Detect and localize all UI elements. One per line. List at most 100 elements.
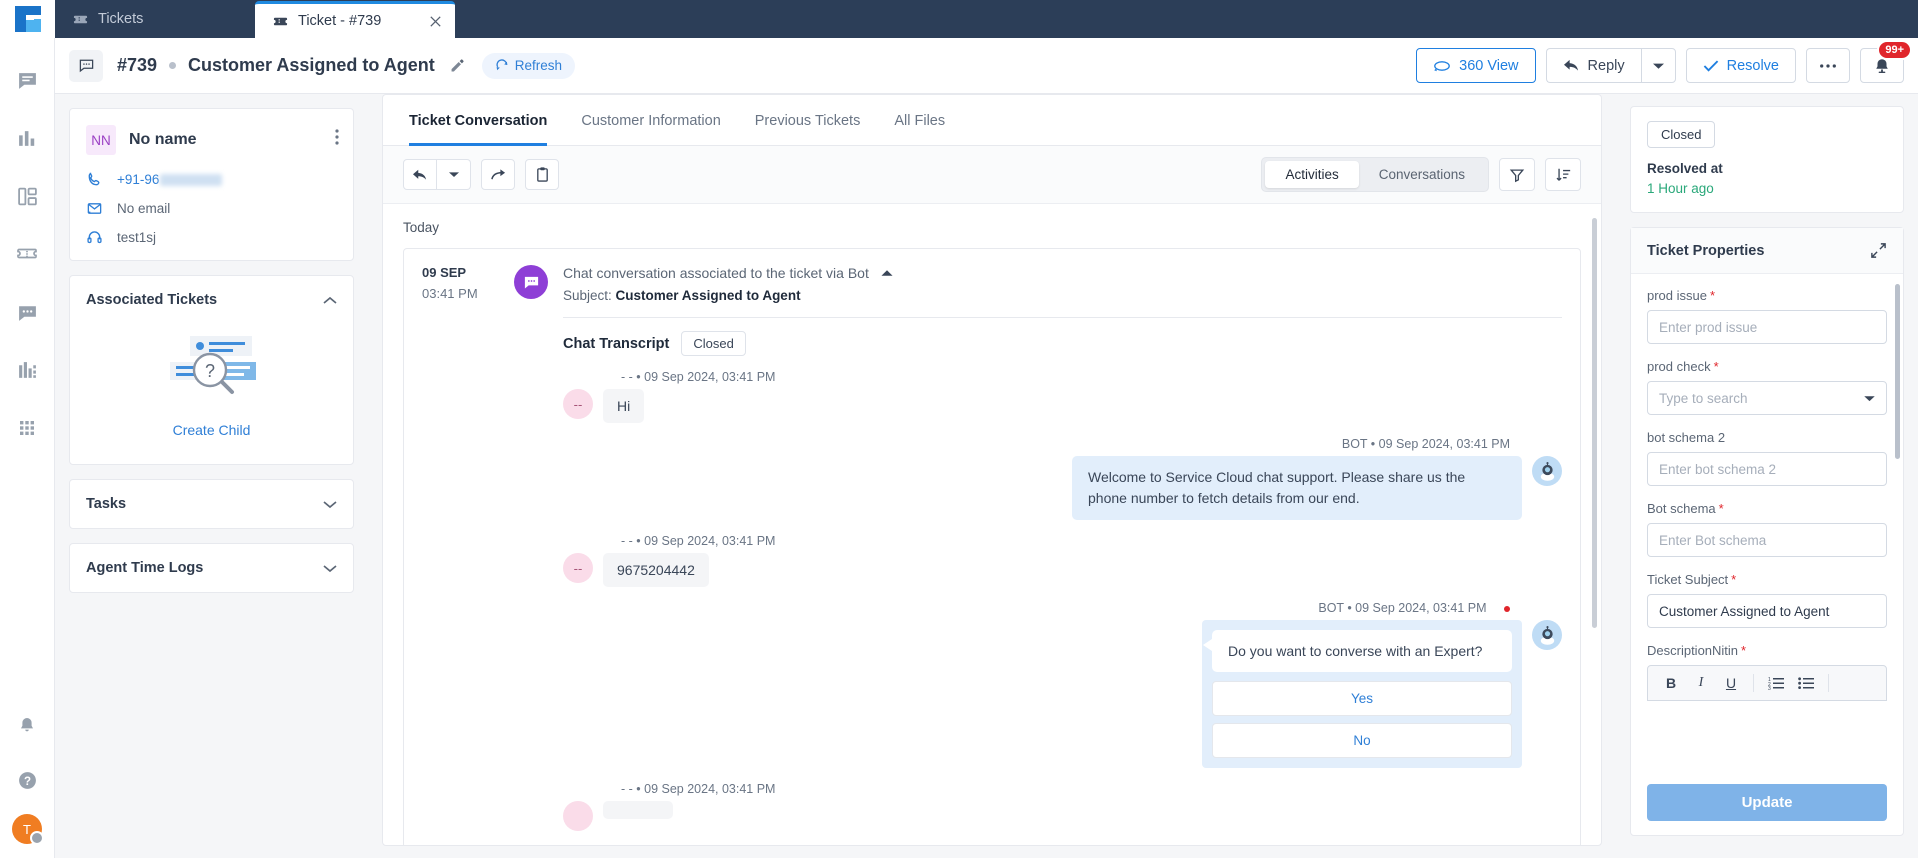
unordered-list-button[interactable] [1791, 671, 1821, 695]
clipboard-icon [535, 166, 550, 183]
contact-header: NN No name [86, 125, 337, 155]
chat-message: - - • 09 Sep 2024, 03:41 PM [563, 782, 1562, 831]
header-actions: 360 View Reply Resolve 99+ [1416, 40, 1912, 83]
tab-ticket-conversation[interactable]: Ticket Conversation [409, 95, 548, 146]
ticket-icon [73, 12, 88, 27]
status-badge: Closed [1647, 121, 1716, 148]
resolve-button[interactable]: Resolve [1685, 48, 1796, 83]
select-placeholder: Type to search [1659, 390, 1748, 406]
sidebar-item-analytics[interactable] [7, 118, 47, 158]
reports-icon [17, 360, 38, 381]
underline-button[interactable]: U [1716, 671, 1746, 695]
tab-all-files[interactable]: All Files [894, 95, 945, 146]
field-bot-schema: Bot schema * [1647, 501, 1887, 557]
tasks-header[interactable]: Tasks [70, 480, 353, 528]
prod-check-select[interactable]: Type to search [1647, 381, 1887, 415]
resolve-label: Resolve [1726, 57, 1779, 74]
more-actions-button[interactable] [1806, 48, 1850, 83]
note-button[interactable] [525, 159, 559, 190]
customer-avatar: -- [563, 553, 593, 583]
bot-schema-2-input[interactable] [1647, 452, 1887, 486]
edit-title-icon[interactable] [449, 57, 466, 74]
sort-button[interactable] [1545, 158, 1581, 191]
sidebar-item-chat[interactable] [7, 60, 47, 100]
agent-time-logs-header[interactable]: Agent Time Logs [70, 544, 353, 592]
close-icon[interactable] [406, 14, 443, 29]
tab-customer-information[interactable]: Customer Information [581, 95, 720, 146]
quick-reply-option-no[interactable]: No [1212, 723, 1512, 758]
chat-icon [17, 70, 38, 91]
360-view-button[interactable]: 360 View [1416, 48, 1536, 83]
ticket-properties-form: prod issue* prod check* Type to search b… [1631, 274, 1903, 772]
bold-button[interactable]: B [1656, 671, 1686, 695]
bot-schema-input[interactable] [1647, 523, 1887, 557]
ticket-icon [273, 14, 288, 29]
resolved-at-label: Resolved at [1647, 161, 1723, 176]
browser-tab-strip: Tickets Ticket - #739 [0, 0, 1918, 38]
announcements-button[interactable]: 99+ [1860, 40, 1912, 83]
user-avatar[interactable]: T [12, 814, 44, 845]
properties-scrollbar[interactable] [1895, 284, 1900, 459]
contact-more-icon[interactable] [335, 129, 339, 145]
contact-email: No email [117, 201, 171, 216]
contact-phone-row[interactable]: +91-96 [86, 171, 337, 188]
segment-activities[interactable]: Activities [1265, 161, 1359, 188]
contact-phone: +91-96 [117, 172, 223, 187]
sidebar-item-messages[interactable] [7, 292, 47, 332]
window-tab-tickets[interactable]: Tickets [55, 0, 255, 38]
window-tab-label: Tickets [98, 11, 144, 27]
conversation-scroll-area[interactable]: Today 09 SEP 03:41 PM Chat conversation … [383, 204, 1601, 845]
field-label: bot schema 2 [1647, 430, 1726, 445]
help-icon: ? [17, 770, 38, 791]
collapse-icon[interactable] [881, 269, 893, 277]
quick-reply-option-yes[interactable]: Yes [1212, 681, 1512, 716]
sidebar-item-apps[interactable] [7, 408, 47, 448]
ordered-list-button[interactable]: 123 [1761, 671, 1791, 695]
message-row: -- 9675204442 [563, 553, 1562, 587]
required-marker: * [1741, 643, 1747, 658]
conversation-scrollbar[interactable] [1592, 218, 1597, 628]
separator-dot [169, 62, 177, 69]
required-marker: * [1731, 572, 1737, 587]
expand-icon[interactable] [1870, 242, 1887, 259]
associated-tickets-header[interactable]: Associated Tickets [70, 276, 353, 324]
ticket-subject-input[interactable] [1647, 594, 1887, 628]
reply-split-button: Reply [1545, 48, 1676, 83]
help-button[interactable]: ? [7, 760, 47, 800]
ticket-properties-title: Ticket Properties [1647, 242, 1765, 259]
ordered-list-icon: 123 [1768, 676, 1784, 690]
create-child-link[interactable]: Create Child [173, 422, 251, 438]
sidebar-item-reports[interactable] [7, 350, 47, 390]
reply-options-button[interactable] [437, 159, 471, 190]
app-logo [0, 0, 55, 38]
chat-message-quick-reply: BOT • 09 Sep 2024, 03:41 PM Do you want … [563, 601, 1562, 768]
message-bubble: Welcome to Service Cloud chat support. P… [1072, 456, 1522, 520]
notifications-button[interactable] [7, 706, 47, 746]
sidebar-item-tickets[interactable] [7, 234, 47, 274]
segment-conversations[interactable]: Conversations [1359, 161, 1485, 188]
tab-previous-tickets[interactable]: Previous Tickets [755, 95, 861, 146]
reply-dropdown-button[interactable] [1640, 48, 1676, 83]
italic-button[interactable]: I [1686, 671, 1716, 695]
filter-button[interactable] [1499, 158, 1535, 191]
sidebar-item-dashboard[interactable] [7, 176, 47, 216]
reply-button[interactable]: Reply [1545, 48, 1641, 83]
window-tab-ticket-739[interactable]: Ticket - #739 [255, 1, 455, 38]
contact-initials: NN [86, 125, 116, 155]
left-navigation-rail: ? T [0, 38, 55, 858]
reply-button[interactable] [403, 159, 437, 190]
window-tab-label: Ticket - #739 [298, 13, 382, 29]
contact-card: NN No name +91-96 No email test1sj [69, 108, 354, 261]
activity-avatar [514, 265, 548, 299]
prod-issue-input[interactable] [1647, 310, 1887, 344]
message-icon [17, 302, 38, 323]
message-bubble: Hi [603, 389, 645, 423]
chevron-down-icon [448, 171, 459, 178]
refresh-button[interactable]: Refresh [481, 52, 576, 79]
logo-icon [14, 6, 41, 32]
chat-message: - - • 09 Sep 2024, 03:41 PM -- Hi [563, 370, 1562, 423]
bot-avatar-icon [1532, 620, 1562, 650]
forward-button[interactable] [481, 159, 515, 190]
update-button[interactable]: Update [1647, 784, 1887, 821]
check-icon [1703, 59, 1719, 73]
